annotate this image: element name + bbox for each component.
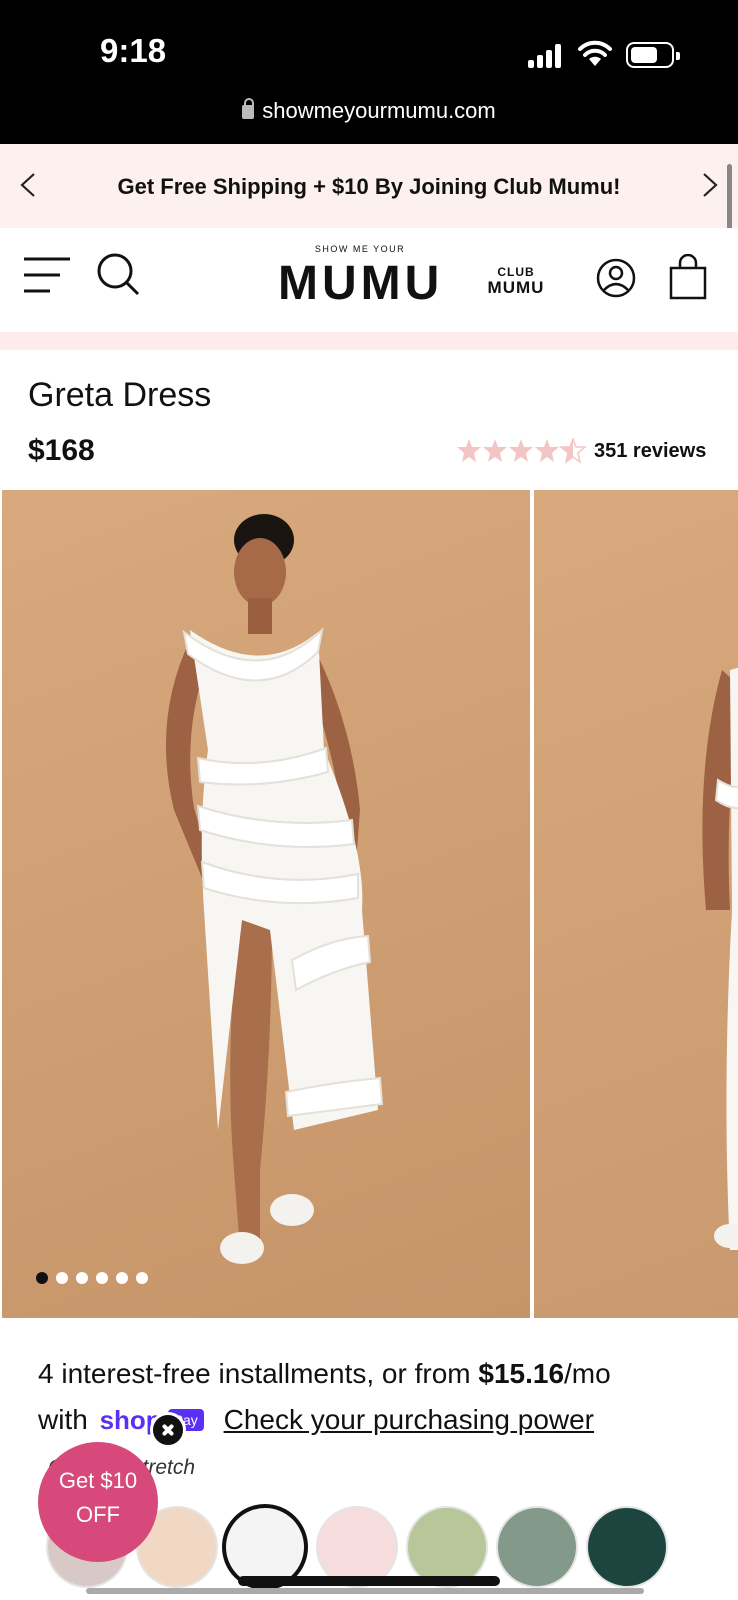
club-mumu-link[interactable]: CLUB MUMU [484, 264, 548, 296]
star-icon [535, 439, 559, 462]
search-icon[interactable] [96, 252, 140, 296]
promo-banner: Get Free Shipping + $10 By Joining Club … [0, 144, 738, 228]
logo-tagline: SHOW ME YOUR [314, 244, 406, 254]
reviews-link[interactable]: 351 reviews [594, 440, 706, 463]
chevron-right-icon[interactable] [696, 172, 722, 198]
shop-pay-row: with shop Pay Check your purchasing power [38, 1404, 594, 1436]
horizontal-scrollbar[interactable] [86, 1588, 644, 1594]
carousel-dot[interactable] [96, 1272, 108, 1284]
model-white-dress-illustration [165, 514, 384, 1264]
product-price: $168 [28, 434, 95, 467]
address-bar[interactable]: showmeyourmumu.com [0, 98, 738, 124]
product-image-carousel[interactable] [0, 490, 738, 1318]
star-icon [483, 439, 507, 462]
carousel-dots [36, 1272, 148, 1284]
star-rating[interactable] [456, 438, 588, 464]
club-label-bottom: MUMU [487, 278, 545, 297]
star-icon [509, 439, 533, 462]
carousel-dot[interactable] [36, 1272, 48, 1284]
wifi-icon [578, 40, 612, 66]
cellular-signal-icon [528, 44, 562, 68]
home-indicator [238, 1576, 500, 1586]
status-bar: 9:18 showmeyourmumu.com [0, 0, 738, 144]
product-image-next[interactable] [534, 490, 738, 1318]
lock-icon [242, 98, 255, 119]
carousel-dot[interactable] [136, 1272, 148, 1284]
with-label: with [38, 1404, 88, 1435]
carousel-dot[interactable] [76, 1272, 88, 1284]
header-divider [0, 332, 738, 350]
carousel-dot[interactable] [116, 1272, 128, 1284]
installments-label: 4 interest-free installments, or from [38, 1358, 479, 1389]
menu-icon[interactable] [22, 256, 72, 294]
half-star-icon [558, 438, 588, 464]
site-header: SHOW ME YOUR MUMU CLUB MUMU [0, 228, 738, 332]
status-time: 9:18 [100, 32, 167, 69]
promo-text[interactable]: Get Free Shipping + $10 By Joining Club … [0, 174, 738, 200]
site-logo[interactable]: MUMU [278, 256, 442, 311]
battery-icon [626, 42, 680, 68]
installment-period: /mo [564, 1358, 611, 1389]
product-title: Greta Dress [28, 376, 212, 414]
installment-amount: $15.16 [478, 1358, 565, 1389]
get-10-off-button[interactable]: Get $10 OFF [38, 1442, 158, 1562]
check-purchasing-power-link[interactable]: Check your purchasing power [224, 1404, 594, 1435]
carousel-dot[interactable] [56, 1272, 68, 1284]
url-text: showmeyourmumu.com [262, 98, 496, 123]
color-swatch[interactable] [496, 1506, 578, 1588]
installments-text: 4 interest-free installments, or from $1… [38, 1358, 611, 1390]
star-icon [457, 439, 481, 462]
color-swatch[interactable] [586, 1506, 668, 1588]
account-icon[interactable] [596, 258, 636, 298]
popup-line-2: OFF [76, 1502, 120, 1527]
close-icon[interactable] [150, 1412, 186, 1448]
product-image-main[interactable] [2, 490, 530, 1318]
popup-line-1: Get $10 [58, 1468, 138, 1493]
shopping-bag-icon[interactable] [668, 254, 708, 300]
model-side-illustration [702, 667, 738, 1250]
